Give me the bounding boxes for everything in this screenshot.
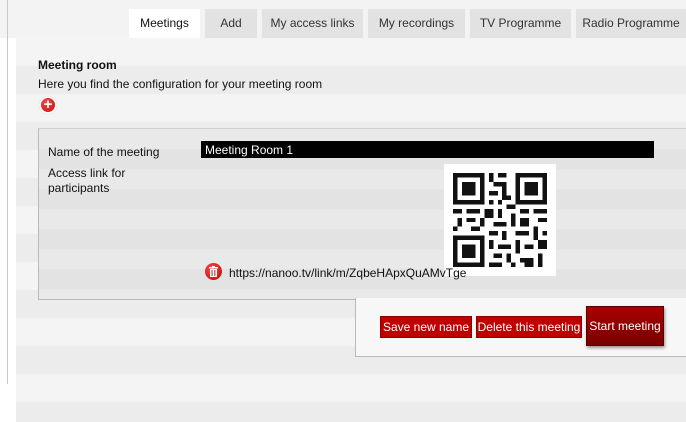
meeting-name-label: Name of the meeting — [48, 145, 160, 159]
save-name-button[interactable]: Save new name — [380, 316, 472, 338]
qr-code-icon — [444, 164, 556, 276]
add-meeting-button[interactable]: + — [39, 96, 57, 114]
delete-link-button[interactable] — [205, 263, 222, 280]
left-divider — [7, 0, 8, 384]
section-title: Meeting room — [38, 58, 117, 72]
start-meeting-button[interactable]: Start meeting — [586, 306, 664, 346]
tab-my-recordings[interactable]: My recordings — [368, 9, 465, 38]
access-link-label: Access link for participants — [48, 166, 126, 195]
delete-meeting-button[interactable]: Delete this meeting — [476, 316, 582, 338]
tab-bar: Meetings Add My access links My recordin… — [0, 9, 686, 38]
trash-icon — [209, 266, 218, 277]
meeting-name-input[interactable] — [201, 141, 654, 158]
tab-my-access-links[interactable]: My access links — [262, 9, 363, 38]
tab-tv-programme[interactable]: TV Programme — [470, 9, 571, 38]
tab-radio-programme[interactable]: Radio Programme — [576, 9, 686, 38]
section-description: Here you find the configuration for your… — [38, 77, 323, 91]
tab-add[interactable]: Add — [205, 9, 257, 38]
plus-circle-icon: + — [43, 96, 53, 113]
access-link-url[interactable]: https://nanoo.tv/link/m/ZqbeHApxQuAMvTge — [229, 266, 466, 280]
tab-meetings[interactable]: Meetings — [129, 9, 200, 38]
